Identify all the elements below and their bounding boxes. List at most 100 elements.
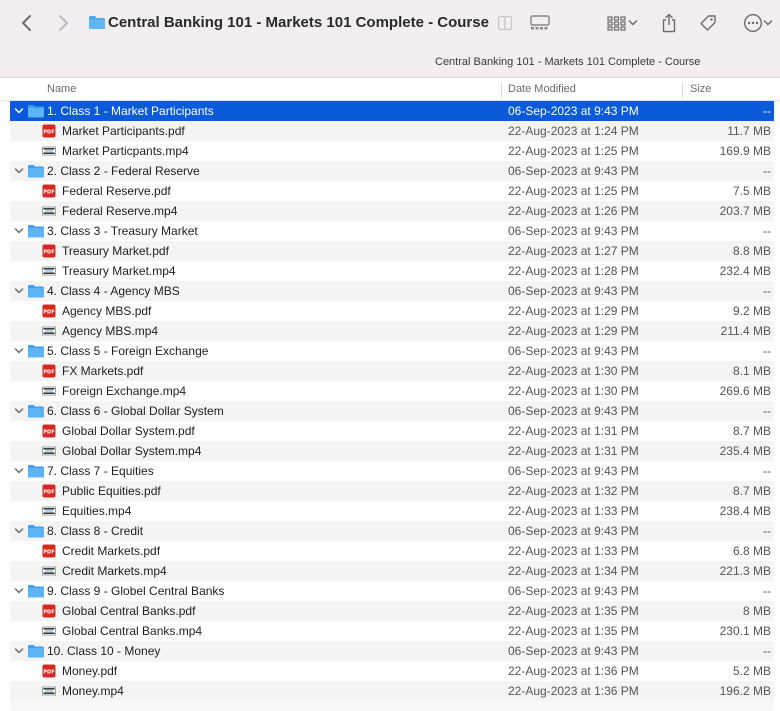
column-header: Name Date Modified Size <box>0 79 780 101</box>
group-button[interactable] <box>602 10 642 36</box>
pdf-file-icon: PDF <box>42 184 56 198</box>
file-row[interactable]: Money.mp4 22-Aug-2023 at 1:36 PM 196.2 MB <box>0 681 780 701</box>
file-list: 1. Class 1 - Market Participants 06-Sep-2… <box>0 101 780 701</box>
pdf-file-icon: PDF <box>42 484 56 498</box>
file-row[interactable]: Market Particpants.mp4 22-Aug-2023 at 1:2… <box>0 141 780 161</box>
folder-row[interactable]: 2. Class 2 - Federal Reserve 06-Sep-2023 … <box>0 161 780 181</box>
folder-icon <box>28 525 44 538</box>
column-header-date[interactable]: Date Modified <box>508 83 576 95</box>
disclosure-triangle[interactable] <box>13 525 25 537</box>
gallery-view-button[interactable] <box>528 10 552 36</box>
disclosure-triangle[interactable] <box>13 645 25 657</box>
video-file-icon <box>42 326 56 336</box>
file-row[interactable]: Global Central Banks.mp4 22-Aug-2023 at 1… <box>0 621 780 641</box>
item-date-modified: 22-Aug-2023 at 1:33 PM <box>508 544 639 558</box>
item-size: -- <box>763 524 771 538</box>
item-size: 221.3 MB <box>719 564 771 578</box>
item-name: Foreign Exchange.mp4 <box>62 384 187 398</box>
chevron-down-icon <box>14 468 24 474</box>
item-date-modified: 06-Sep-2023 at 9:43 PM <box>508 464 639 478</box>
item-name: Federal Reserve.pdf <box>62 184 171 198</box>
item-name: Global Dollar System.pdf <box>62 424 195 438</box>
file-row[interactable]: PDF Credit Markets.pdf 22-Aug-2023 at 1:33… <box>0 541 780 561</box>
item-size: 5.2 MB <box>732 664 771 678</box>
folder-row[interactable]: 8. Class 8 - Credit 06-Sep-2023 at 9:43 P… <box>0 521 780 541</box>
item-date-modified: 06-Sep-2023 at 9:43 PM <box>508 404 639 418</box>
item-size: 8 MB <box>742 604 771 618</box>
forward-button[interactable] <box>52 10 74 36</box>
item-date-modified: 22-Aug-2023 at 1:29 PM <box>508 304 639 318</box>
file-row[interactable]: Treasury Market.mp4 22-Aug-2023 at 1:28 P… <box>0 261 780 281</box>
file-row[interactable]: PDF Public Equities.pdf 22-Aug-2023 at 1:3… <box>0 481 780 501</box>
item-size: 8.7 MB <box>732 424 771 438</box>
folder-row[interactable]: 9. Class 9 - Globel Central Banks 06-Sep-… <box>0 581 780 601</box>
disclosure-triangle[interactable] <box>13 225 25 237</box>
column-divider[interactable] <box>501 82 502 98</box>
ellipsis-circle-icon <box>743 13 763 33</box>
item-size: 6.8 MB <box>732 544 771 558</box>
disclosure-triangle[interactable] <box>13 285 25 297</box>
share-button[interactable] <box>658 10 680 36</box>
disclosure-triangle[interactable] <box>13 165 25 177</box>
item-name: Treasury Market.mp4 <box>62 264 176 278</box>
disclosure-triangle[interactable] <box>13 345 25 357</box>
file-row[interactable]: Foreign Exchange.mp4 22-Aug-2023 at 1:30 … <box>0 381 780 401</box>
item-size: -- <box>763 284 771 298</box>
item-size: -- <box>763 584 771 598</box>
list-item-partial <box>0 701 780 711</box>
file-row[interactable]: Credit Markets.mp4 22-Aug-2023 at 1:34 PM… <box>0 561 780 581</box>
file-row[interactable]: PDF FX Markets.pdf 22-Aug-2023 at 1:30 PM 8… <box>0 361 780 381</box>
video-file-icon <box>42 266 56 276</box>
item-size: 232.4 MB <box>719 264 771 278</box>
file-row[interactable]: Agency MBS.mp4 22-Aug-2023 at 1:29 PM 211.… <box>0 321 780 341</box>
item-size: -- <box>763 104 771 118</box>
item-size: 11.7 MB <box>727 124 771 138</box>
item-date-modified: 22-Aug-2023 at 1:24 PM <box>508 124 639 138</box>
file-row[interactable]: Global Dollar System.mp4 22-Aug-2023 at 1… <box>0 441 780 461</box>
item-size: -- <box>763 164 771 178</box>
folder-row[interactable]: 7. Class 7 - Equities 06-Sep-2023 at 9:43… <box>0 461 780 481</box>
folder-row[interactable]: 10. Class 10 - Money 06-Sep-2023 at 9:43 … <box>0 641 780 661</box>
file-row[interactable]: Equities.mp4 22-Aug-2023 at 1:33 PM 238.4 … <box>0 501 780 521</box>
item-date-modified: 22-Aug-2023 at 1:27 PM <box>508 244 639 258</box>
item-date-modified: 22-Aug-2023 at 1:35 PM <box>508 604 639 618</box>
tag-button[interactable] <box>697 10 719 36</box>
disclosure-triangle[interactable] <box>13 585 25 597</box>
disclosure-triangle[interactable] <box>13 405 25 417</box>
view-toggle-button[interactable] <box>496 10 514 36</box>
back-button[interactable] <box>16 10 38 36</box>
file-row[interactable]: PDF Agency MBS.pdf 22-Aug-2023 at 1:29 PM 9… <box>0 301 780 321</box>
folder-icon <box>89 16 105 29</box>
folder-icon <box>28 285 44 298</box>
item-size: 169.9 MB <box>719 144 771 158</box>
file-row[interactable]: PDF Treasury Market.pdf 22-Aug-2023 at 1:2… <box>0 241 780 261</box>
item-size: 211.4 MB <box>720 324 771 338</box>
svg-text:PDF: PDF <box>43 549 54 555</box>
column-divider[interactable] <box>682 82 683 98</box>
chevron-down-icon <box>14 168 24 174</box>
folder-row[interactable]: 6. Class 6 - Global Dollar System 06-Sep-… <box>0 401 780 421</box>
disclosure-triangle[interactable] <box>13 105 25 117</box>
svg-text:PDF: PDF <box>43 369 54 375</box>
file-row[interactable]: PDF Money.pdf 22-Aug-2023 at 1:36 PM 5.2 MB <box>0 661 780 681</box>
chevron-down-icon <box>14 348 24 354</box>
folder-icon <box>28 345 44 358</box>
file-row[interactable]: PDF Global Dollar System.pdf 22-Aug-2023 a… <box>0 421 780 441</box>
file-row[interactable]: PDF Federal Reserve.pdf 22-Aug-2023 at 1:2… <box>0 181 780 201</box>
file-row[interactable]: PDF Market Participants.pdf 22-Aug-2023 at… <box>0 121 780 141</box>
item-name: Credit Markets.pdf <box>62 544 161 558</box>
file-row[interactable]: Federal Reserve.mp4 22-Aug-2023 at 1:26 P… <box>0 201 780 221</box>
item-size: 8.1 MB <box>732 364 771 378</box>
disclosure-triangle[interactable] <box>13 465 25 477</box>
folder-row[interactable]: 5. Class 5 - Foreign Exchange 06-Sep-2023… <box>0 341 780 361</box>
folder-row[interactable]: 1. Class 1 - Market Participants 06-Sep-2… <box>0 101 780 121</box>
file-row[interactable]: PDF Global Central Banks.pdf 22-Aug-2023 a… <box>0 601 780 621</box>
folder-row[interactable]: 3. Class 3 - Treasury Market 06-Sep-2023 … <box>0 221 780 241</box>
pdf-file-icon: PDF <box>42 424 56 438</box>
column-header-size[interactable]: Size <box>690 83 711 95</box>
column-header-name[interactable]: Name <box>47 83 76 95</box>
window-title: Central Banking 101 - Markets 101 Comple… <box>108 14 489 31</box>
folder-row[interactable]: 4. Class 4 - Agency MBS 06-Sep-2023 at 9:… <box>0 281 780 301</box>
item-name: FX Markets.pdf <box>62 364 144 378</box>
more-actions-button[interactable] <box>738 10 778 36</box>
